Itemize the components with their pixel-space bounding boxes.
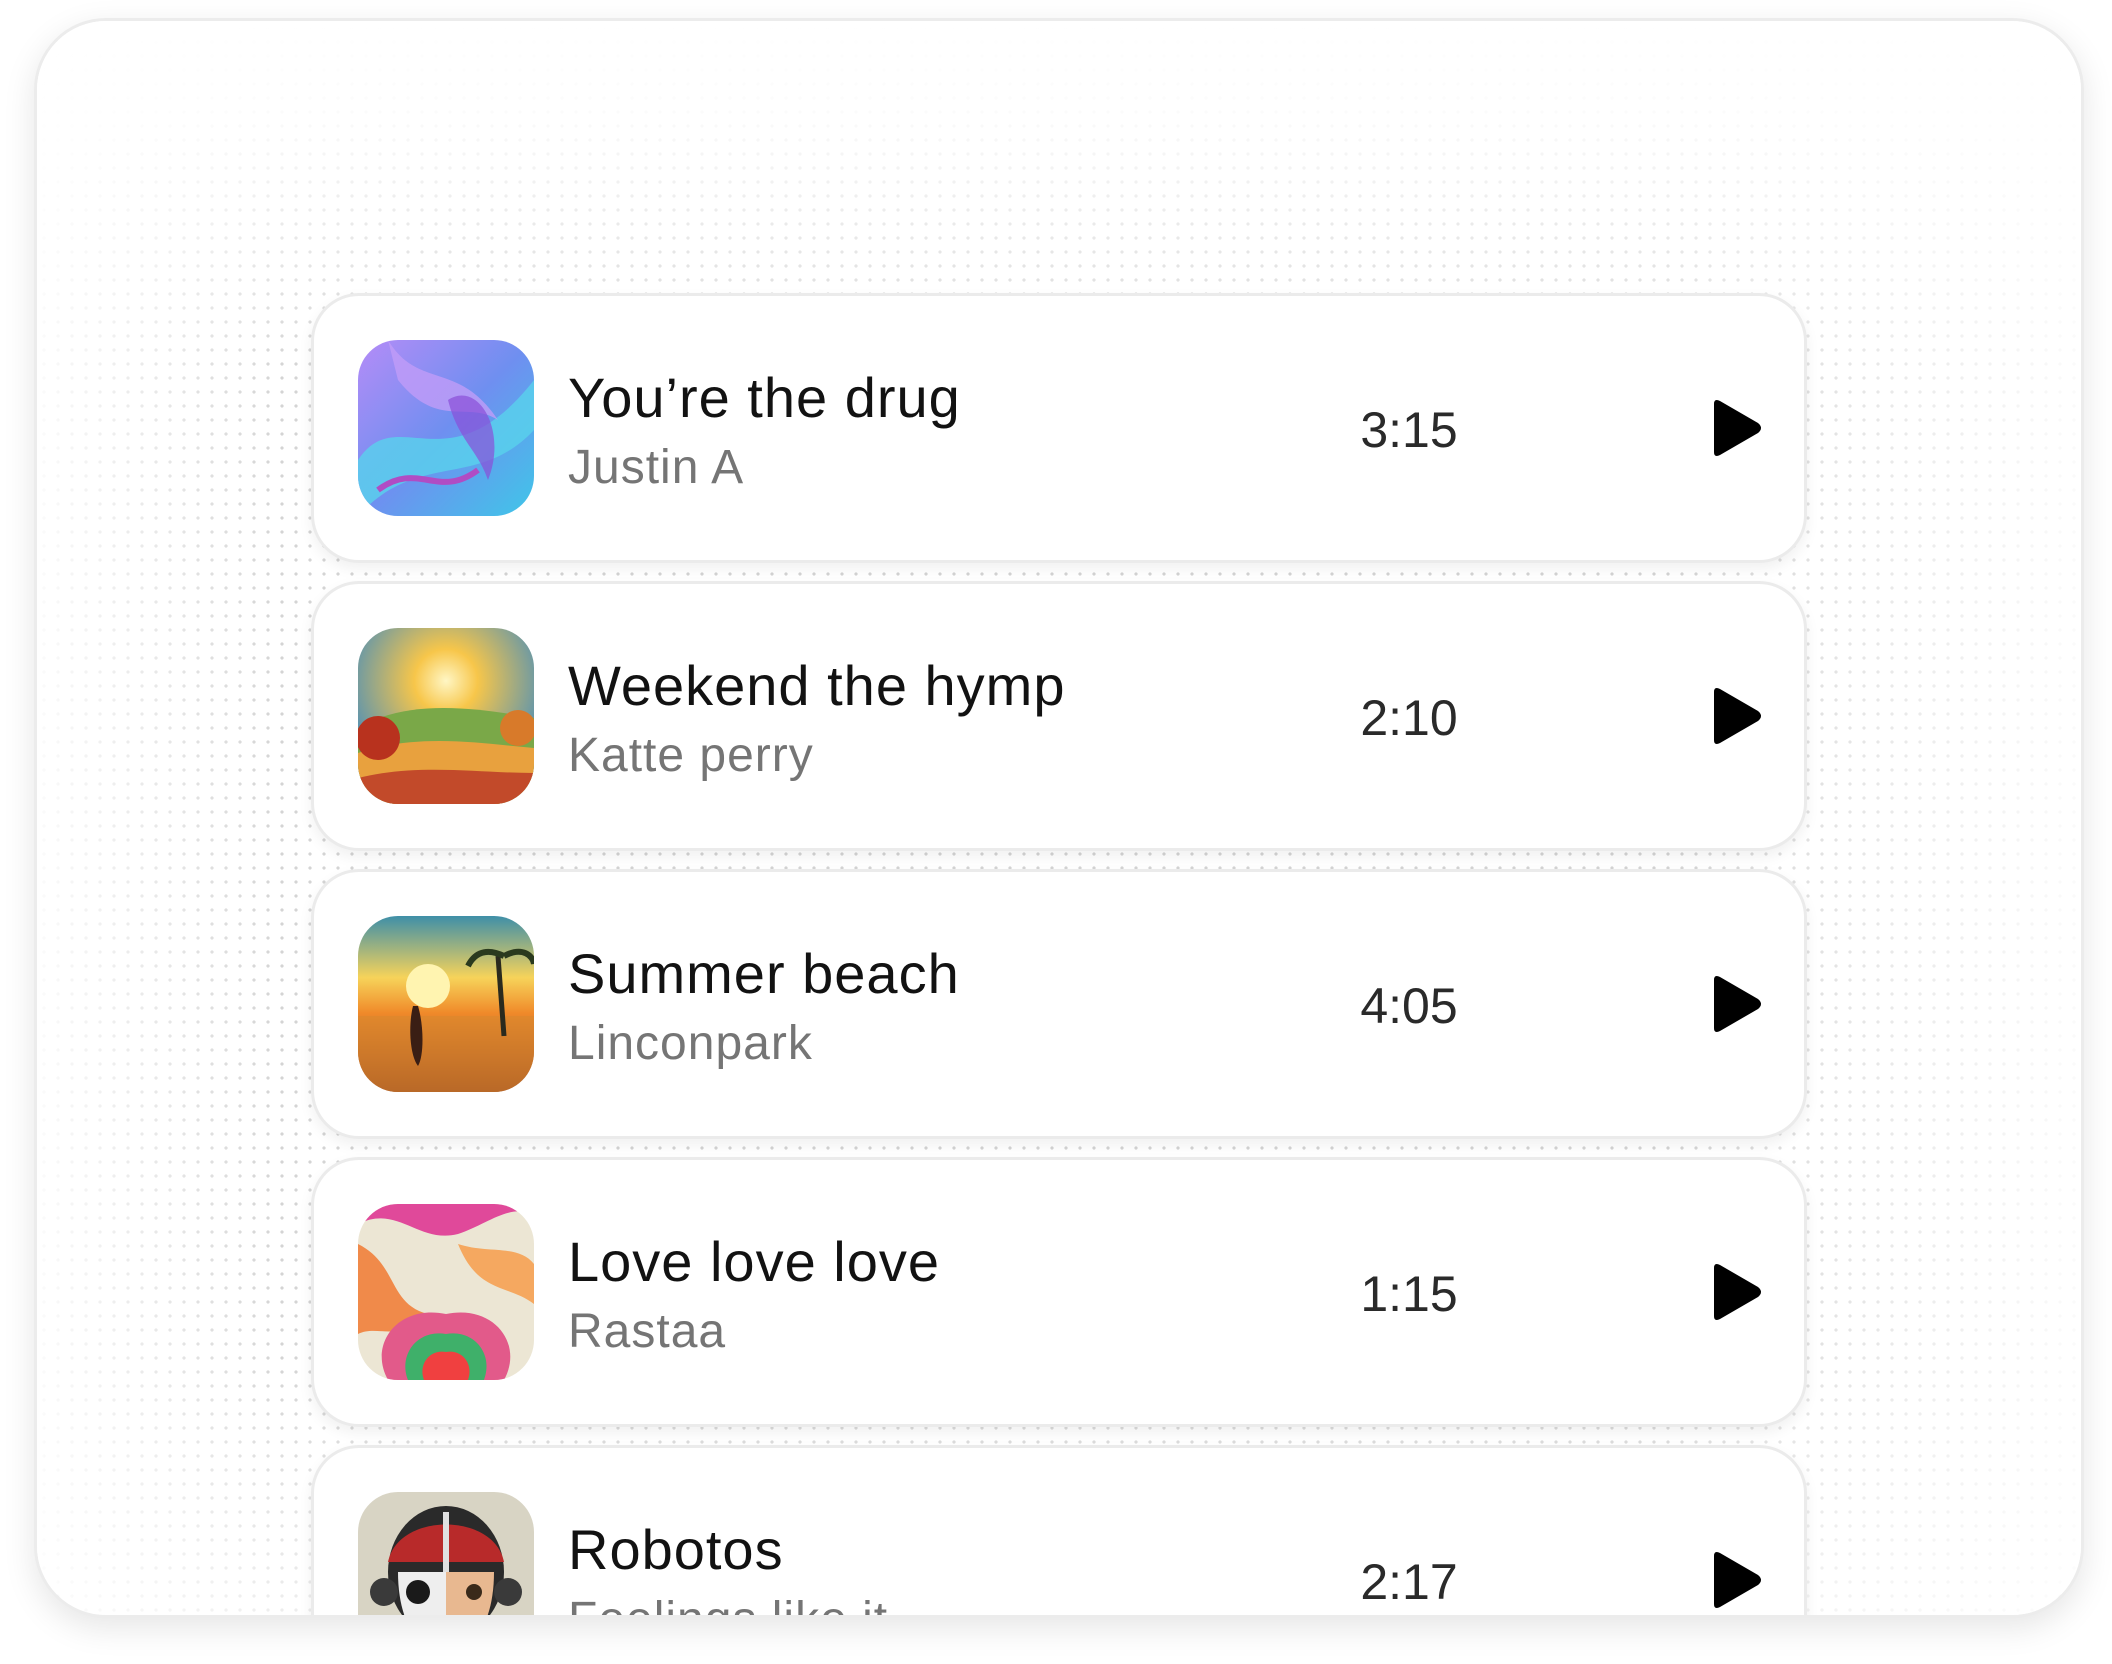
app-frame: You’re the drug Justin A 3:15 Weekend th…: [34, 18, 2084, 1618]
track-duration: 3:15: [1360, 402, 1458, 458]
play-button[interactable]: [1708, 974, 1764, 1034]
track-duration: 4:05: [1360, 978, 1458, 1034]
album-cover: [358, 628, 534, 804]
play-icon: [1714, 976, 1761, 1032]
track-list: You’re the drug Justin A 3:15 Weekend th…: [311, 293, 1807, 1615]
track-artist: Linconpark: [568, 1017, 813, 1070]
track-duration: 2:17: [1360, 1554, 1458, 1610]
track-artist: Justin A: [568, 441, 745, 494]
track-title: Love love love: [568, 1230, 941, 1293]
track-title: Summer beach: [568, 942, 960, 1005]
play-button[interactable]: [1708, 398, 1764, 458]
play-button[interactable]: [1708, 686, 1764, 746]
robot-skull-cover: [358, 1492, 534, 1615]
beach-sunset-cover: [358, 916, 534, 1092]
track-item[interactable]: Summer beach Linconpark 4:05: [311, 869, 1807, 1139]
play-button[interactable]: [1708, 1262, 1764, 1322]
play-icon: [1714, 400, 1761, 456]
track-item[interactable]: You’re the drug Justin A 3:15: [311, 293, 1807, 563]
album-cover: [358, 1204, 534, 1380]
play-button[interactable]: [1708, 1550, 1764, 1610]
track-item[interactable]: Robotos Feelings like it 2:17: [311, 1445, 1807, 1615]
abstract-purple-cover: [358, 340, 534, 516]
track-duration: 2:10: [1360, 690, 1458, 746]
marbled-heart-cover: [358, 1204, 534, 1380]
sunset-hills-cover: [358, 628, 534, 804]
track-item[interactable]: Love love love Rastaa 1:15: [311, 1157, 1807, 1427]
track-item[interactable]: Weekend the hymp Katte perry 2:10: [311, 581, 1807, 851]
track-artist: Feelings like it: [568, 1592, 888, 1615]
play-icon: [1714, 1264, 1761, 1320]
track-artist: Rastaa: [568, 1305, 727, 1358]
track-title: Robotos: [568, 1518, 784, 1581]
album-cover: [358, 1492, 534, 1615]
track-title: You’re the drug: [568, 366, 961, 429]
track-artist: Katte perry: [568, 729, 814, 782]
track-duration: 1:15: [1360, 1266, 1458, 1322]
track-title: Weekend the hymp: [568, 654, 1066, 717]
play-icon: [1714, 688, 1761, 744]
album-cover: [358, 916, 534, 1092]
play-icon: [1714, 1552, 1761, 1608]
album-cover: [358, 340, 534, 516]
